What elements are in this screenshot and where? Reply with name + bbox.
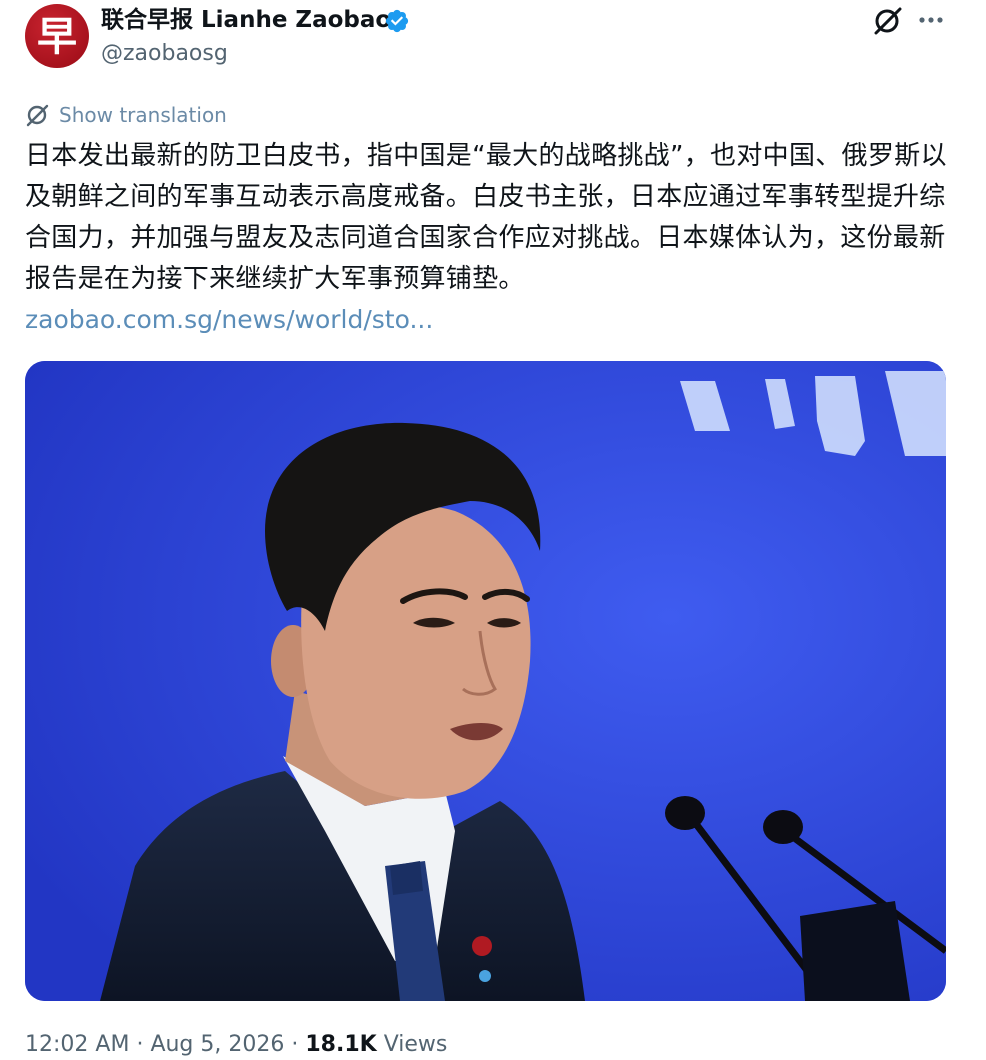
- show-translation-button[interactable]: Show translation: [25, 101, 227, 129]
- speaker-photo: [25, 361, 946, 1001]
- grok-icon[interactable]: [872, 6, 904, 36]
- zaobao-logo: 早: [37, 14, 77, 60]
- post-meta: 12:02 AM · Aug 5, 2026 · 18.1K Views: [25, 1030, 447, 1060]
- show-translation-label: Show translation: [59, 103, 227, 127]
- post-text: 日本发出最新的防卫白皮书，指中国是“最大的战略挑战”，也对中国、俄罗斯以及朝鲜之…: [25, 141, 947, 294]
- article-link[interactable]: zaobao.com.sg/news/world/sto...: [25, 302, 433, 338]
- verified-badge-icon: [385, 9, 409, 33]
- display-name[interactable]: 联合早报 Lianhe Zaobao: [101, 6, 391, 34]
- post-date[interactable]: Aug 5, 2026: [150, 1032, 284, 1057]
- views-count: 18.1K: [305, 1032, 377, 1057]
- translate-grok-icon: [26, 104, 49, 127]
- avatar-glyph: 早: [37, 14, 77, 60]
- views-label: Views: [383, 1032, 448, 1057]
- meta-separator: ·: [136, 1032, 144, 1057]
- post-time[interactable]: 12:02 AM: [25, 1032, 129, 1057]
- meta-separator: ·: [291, 1032, 299, 1057]
- post-photo[interactable]: [25, 361, 946, 1001]
- handle[interactable]: @zaobaosg: [101, 40, 228, 68]
- more-dots-icon[interactable]: [917, 6, 945, 34]
- avatar[interactable]: 早: [25, 4, 89, 68]
